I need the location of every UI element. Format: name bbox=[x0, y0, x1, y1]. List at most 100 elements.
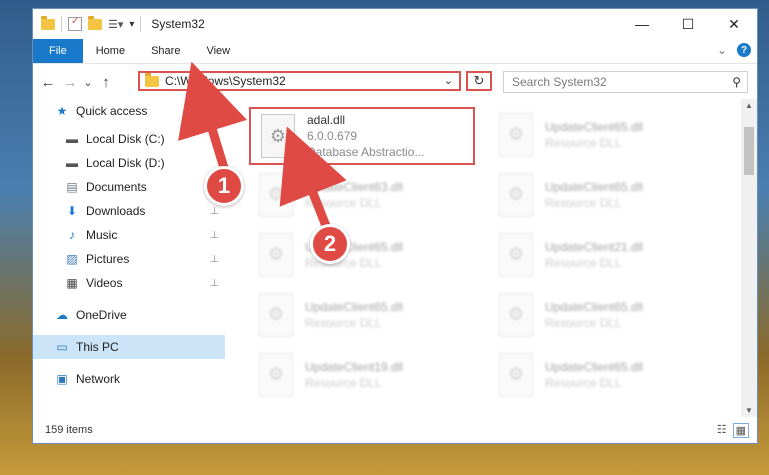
sidebar-item-label: Pictures bbox=[86, 252, 130, 266]
sidebar-item-onedrive[interactable]: ☁ OneDrive bbox=[33, 303, 225, 327]
minimize-button[interactable]: — bbox=[619, 9, 665, 39]
dll-file-icon: ⚙ bbox=[259, 352, 293, 397]
sidebar-item-local-disk-d[interactable]: ▬ Local Disk (D:) bbox=[33, 151, 225, 175]
file-item[interactable]: ⚙ UpdateClient65.dll Resource DLL bbox=[489, 287, 714, 342]
sidebar-item-label: Local Disk (C:) bbox=[86, 132, 165, 146]
file-name: UpdateClient63.dll bbox=[305, 179, 404, 194]
file-description: Database Abstractio... bbox=[307, 145, 425, 159]
file-name: adal.dll bbox=[307, 113, 346, 127]
navigation-bar: ← → ⌄ ↑ C:\Windows\System32 ⌄ ↻ Search S… bbox=[33, 63, 757, 100]
address-bar[interactable]: C:\Windows\System32 ⌄ bbox=[138, 71, 461, 91]
sidebar-item-label: Local Disk (D:) bbox=[86, 156, 165, 170]
file-name: UpdateClient65.dll bbox=[545, 359, 644, 374]
sidebar-item-quick-access[interactable]: ★ Quick access bbox=[33, 99, 225, 123]
file-detail: Resource DLL bbox=[545, 315, 622, 330]
file-detail: Resource DLL bbox=[545, 195, 622, 210]
pin-icon[interactable]: ⊥ bbox=[210, 206, 219, 217]
pin-icon[interactable]: ⊥ bbox=[210, 230, 219, 241]
file-detail: Resource DLL bbox=[305, 195, 382, 210]
scrollbar-thumb[interactable] bbox=[744, 127, 754, 175]
sidebar-item-label: Downloads bbox=[86, 204, 146, 218]
new-folder-icon[interactable] bbox=[88, 15, 102, 30]
videos-icon: ▦ bbox=[66, 276, 78, 290]
file-item[interactable]: ⚙ UpdateClient65.dll Resource DLL bbox=[489, 167, 714, 222]
file-detail: 6.0.0.679 bbox=[307, 129, 358, 143]
folder-icon bbox=[145, 72, 159, 87]
sidebar-item-downloads[interactable]: ⬇ Downloads ⊥ bbox=[33, 199, 225, 223]
sidebar-item-pictures[interactable]: ▨ Pictures ⊥ bbox=[33, 247, 225, 271]
file-explorer-window: ✓ ☰▾ ▾ System32 — ☐ ✕ File Home Share Vi… bbox=[32, 8, 758, 444]
large-icons-view-icon[interactable]: ▦ bbox=[732, 423, 749, 438]
file-item[interactable]: ⚙ UpdateClient65.dll Resource DLL bbox=[249, 227, 474, 282]
refresh-button[interactable]: ↻ bbox=[466, 71, 492, 91]
pin-icon[interactable]: ⊥ bbox=[210, 278, 219, 289]
file-detail: Resource DLL bbox=[305, 375, 382, 390]
search-icon[interactable]: ⚲ bbox=[732, 75, 741, 89]
dll-file-icon: ⚙ bbox=[259, 172, 293, 217]
sidebar-item-label: Network bbox=[76, 372, 121, 386]
title-bar: ✓ ☰▾ ▾ System32 — ☐ ✕ bbox=[33, 9, 757, 39]
chevron-down-icon[interactable]: ⌄ bbox=[444, 74, 453, 87]
pin-icon[interactable]: ⊥ bbox=[210, 254, 219, 265]
up-button[interactable]: ↑ bbox=[95, 74, 117, 91]
sidebar-item-network[interactable]: ▣ Network bbox=[33, 367, 225, 391]
file-detail: Resource DLL bbox=[305, 315, 382, 330]
search-box[interactable]: Search System32 ⚲ bbox=[503, 71, 748, 93]
expand-ribbon-icon[interactable]: ⌄ bbox=[717, 43, 727, 57]
item-count: 159 items bbox=[45, 424, 93, 436]
sidebar-item-documents[interactable]: ▤ Documents bbox=[33, 175, 225, 199]
quick-access-icon: ★ bbox=[56, 104, 68, 118]
sidebar-item-local-disk-c[interactable]: ▬ Local Disk (C:) bbox=[33, 127, 225, 151]
folder-icon bbox=[41, 15, 55, 30]
file-name: UpdateClient65.dll bbox=[545, 299, 644, 314]
sidebar-item-music[interactable]: ♪ Music ⊥ bbox=[33, 223, 225, 247]
scroll-down-icon[interactable]: ▼ bbox=[741, 406, 757, 415]
window-controls: — ☐ ✕ bbox=[619, 9, 757, 39]
file-detail: Resource DLL bbox=[545, 135, 622, 150]
network-icon: ▣ bbox=[56, 372, 68, 386]
help-icon[interactable]: ? bbox=[737, 43, 751, 57]
back-button[interactable]: ← bbox=[37, 74, 59, 91]
sidebar-item-videos[interactable]: ▦ Videos ⊥ bbox=[33, 271, 225, 295]
tab-home[interactable]: Home bbox=[83, 39, 138, 63]
scroll-up-icon[interactable]: ▲ bbox=[741, 101, 757, 110]
customize-toolbar-icon[interactable]: ☰▾ bbox=[108, 18, 123, 31]
file-detail: Resource DLL bbox=[545, 255, 622, 270]
close-button[interactable]: ✕ bbox=[711, 9, 757, 39]
explorer-body: ★ Quick access ▬ Local Disk (C:) ▬ Local Disk… bbox=[33, 99, 757, 417]
file-name: UpdateClient65.dll bbox=[545, 119, 644, 134]
sidebar-item-label: Quick access bbox=[76, 104, 148, 118]
search-input[interactable]: Search System32 bbox=[512, 75, 732, 89]
vertical-scrollbar[interactable]: ▲ ▼ bbox=[741, 99, 757, 417]
step-1-badge: 1 bbox=[204, 166, 244, 206]
file-item[interactable]: ⚙ UpdateClient19.dll Resource DLL bbox=[249, 347, 474, 402]
window-title: System32 bbox=[151, 17, 205, 31]
file-item[interactable]: ⚙ adal.dll 6.0.0.679 Database Abstractio... bbox=[249, 107, 475, 165]
tab-file[interactable]: File bbox=[33, 39, 83, 63]
maximize-button[interactable]: ☐ bbox=[665, 9, 711, 39]
file-item[interactable]: ⚙ UpdateClient65.dll Resource DLL bbox=[249, 287, 474, 342]
file-item[interactable]: ⚙ UpdateClient21.dll Resource DLL bbox=[489, 227, 714, 282]
forward-button[interactable]: → bbox=[59, 74, 81, 91]
tab-view[interactable]: View bbox=[193, 39, 243, 63]
file-name: UpdateClient65.dll bbox=[305, 299, 404, 314]
onedrive-icon: ☁ bbox=[56, 308, 68, 322]
sidebar-item-label: Documents bbox=[86, 180, 147, 194]
recent-locations-button[interactable]: ⌄ bbox=[81, 76, 95, 89]
dll-file-icon: ⚙ bbox=[499, 112, 533, 157]
status-bar: 159 items ☷ ▦ bbox=[33, 417, 757, 443]
file-item[interactable]: ⚙ UpdateClient65.dll Resource DLL bbox=[489, 347, 714, 402]
file-name: UpdateClient65.dll bbox=[545, 179, 644, 194]
details-view-icon[interactable]: ☷ bbox=[717, 423, 727, 438]
music-icon: ♪ bbox=[69, 228, 75, 242]
file-item[interactable]: ⚙ UpdateClient65.dll Resource DLL bbox=[489, 107, 714, 162]
dll-file-icon: ⚙ bbox=[499, 232, 533, 277]
file-item[interactable]: ⚙ UpdateClient63.dll Resource DLL bbox=[249, 167, 474, 222]
tab-share[interactable]: Share bbox=[138, 39, 193, 63]
toolbar-dropdown-icon[interactable]: ▾ bbox=[129, 19, 134, 30]
local-disk-c-icon: ▬ bbox=[66, 132, 78, 146]
properties-icon[interactable]: ✓ bbox=[68, 16, 82, 31]
ribbon-tabs: File Home Share View ⌄ ? bbox=[33, 39, 757, 63]
sidebar-item-this-pc[interactable]: ▭ This PC bbox=[33, 335, 225, 359]
downloads-icon: ⬇ bbox=[66, 204, 78, 218]
